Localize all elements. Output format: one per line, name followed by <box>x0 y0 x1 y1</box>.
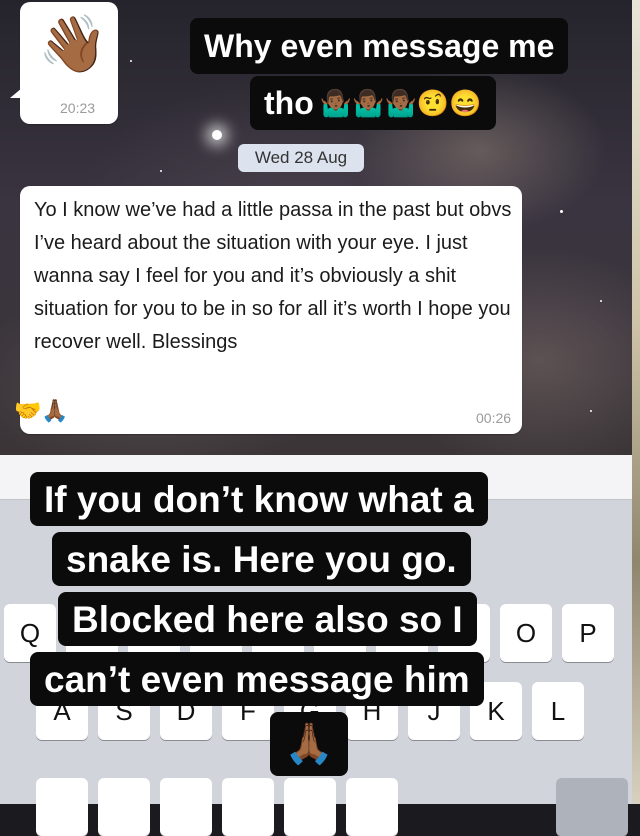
praying-hands-icon: 🙏🏾 <box>270 712 348 776</box>
star <box>590 410 592 412</box>
key[interactable] <box>284 778 336 836</box>
waving-hand-icon: 👋🏾 <box>38 12 108 75</box>
message-timestamp: 20:23 <box>60 100 96 116</box>
date-divider: Wed 28 Aug <box>238 144 364 172</box>
shrug-emoji-icon: 🤷🏾‍♂️🤷🏾‍♂️🤷🏾‍♂️🤨😄 <box>319 88 482 118</box>
wave-message-bubble[interactable]: 👋🏾 20:23 <box>10 2 118 124</box>
caption-bottom-line1: If you don’t know what a <box>30 472 488 526</box>
key[interactable] <box>98 778 150 836</box>
star <box>560 210 563 213</box>
caption-text: tho <box>264 85 314 121</box>
key[interactable] <box>222 778 274 836</box>
star <box>600 300 602 302</box>
caption-bottom-line4: can’t even message him <box>30 652 484 706</box>
caption-bottom-line2: snake is. Here you go. <box>52 532 471 586</box>
key-p[interactable]: P <box>562 604 614 662</box>
key[interactable] <box>160 778 212 836</box>
caption-top-line1: Why even message me <box>190 18 569 74</box>
message-text: Yo I know we’ve had a little passa in th… <box>34 199 512 353</box>
star <box>160 170 162 172</box>
side-photo-strip <box>632 0 640 804</box>
star <box>130 60 132 62</box>
bright-star <box>212 130 222 140</box>
key-l[interactable]: L <box>532 682 584 740</box>
bubble-tail <box>10 88 22 98</box>
caption-text: Why even message me <box>204 28 555 64</box>
key[interactable] <box>346 778 398 836</box>
caption-bottom-line3: Blocked here also so I <box>58 592 477 646</box>
caption-top-line2: tho 🤷🏾‍♂️🤷🏾‍♂️🤷🏾‍♂️🤨😄 <box>250 76 496 130</box>
key[interactable] <box>556 778 628 836</box>
handshake-pray-emoji: 🤝🙏🏾 <box>14 398 69 423</box>
key-o[interactable]: O <box>500 604 552 662</box>
message-timestamp: 00:26 <box>476 410 512 426</box>
long-message-bubble[interactable]: Yo I know we’ve had a little passa in th… <box>20 186 522 434</box>
key[interactable] <box>36 778 88 836</box>
